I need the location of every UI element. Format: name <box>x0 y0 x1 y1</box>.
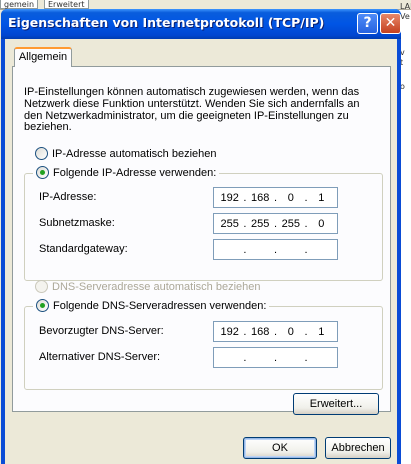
ip-address-label: IP-Adresse: <box>39 191 97 203</box>
cancel-button[interactable]: Abbrechen <box>325 437 391 459</box>
radio-ip-manual[interactable]: Folgende IP-Adresse verwenden: <box>33 166 220 179</box>
octet: 0 <box>287 191 294 204</box>
octet: 0 <box>287 325 294 338</box>
radio-ip-auto[interactable]: IP-Adresse automatisch beziehen <box>35 147 216 160</box>
octet: 192 <box>220 191 239 204</box>
ok-button[interactable]: OK <box>243 437 317 459</box>
radio-button <box>35 280 48 293</box>
advanced-button[interactable]: Erweitert... <box>293 393 379 415</box>
default-gateway-label: Standardgateway: <box>39 243 128 255</box>
close-button[interactable]: ✕ <box>380 13 401 34</box>
radio-button[interactable] <box>35 147 48 160</box>
radio-button[interactable] <box>36 166 49 179</box>
radio-ip-auto-label: IP-Adresse automatisch beziehen <box>52 147 217 160</box>
radio-dns-manual[interactable]: Folgende DNS-Serveradressen verwenden: <box>33 299 270 312</box>
background-text: t <box>400 58 404 67</box>
radio-ip-manual-label: Folgende IP-Adresse verwenden: <box>53 166 217 179</box>
tcpip-properties-dialog: Eigenschaften von Internetprotokoll (TCP… <box>1 9 401 464</box>
background-tab-general: gemein <box>0 0 39 9</box>
background-text: v <box>400 48 405 57</box>
subnet-mask-field[interactable]: 255. 255. 255. 0 <box>213 213 338 234</box>
octet: 192 <box>220 325 239 338</box>
dialog-title: Eigenschaften von Internetprotokoll (TCP… <box>8 15 325 30</box>
preferred-dns-field[interactable]: 192. 168. 0. 1 <box>213 321 338 342</box>
intro-text: IP-Einstellungen können automatisch zuge… <box>24 86 360 134</box>
octet: 0 <box>318 217 325 230</box>
radio-button[interactable] <box>36 299 49 312</box>
title-bar[interactable]: Eigenschaften von Internetprotokoll (TCP… <box>1 9 401 39</box>
octet: 255 <box>281 217 300 230</box>
subnet-mask-label: Subnetzmaske: <box>39 217 115 229</box>
radio-dns-auto-label: DNS-Serveradresse automatisch beziehen <box>52 280 261 293</box>
octet: 255 <box>220 217 239 230</box>
octet: 255 <box>251 217 270 230</box>
ip-address-field[interactable]: 192. 168. 0. 1 <box>213 187 338 208</box>
close-icon: ✕ <box>384 15 397 31</box>
background-text: o <box>400 82 405 91</box>
radio-dns-auto: DNS-Serveradresse automatisch beziehen <box>35 280 261 293</box>
preferred-dns-label: Bevorzugter DNS-Server: <box>39 325 164 337</box>
octet: 168 <box>251 325 270 338</box>
background-tab-advanced: Erweitert <box>44 0 89 9</box>
octet: 168 <box>251 191 270 204</box>
help-button[interactable]: ? <box>357 13 378 34</box>
alternate-dns-field[interactable]: . . . <box>213 347 338 368</box>
alternate-dns-label: Alternativer DNS-Server: <box>39 351 161 363</box>
octet: 1 <box>318 191 325 204</box>
tab-general[interactable]: Allgemein <box>14 47 72 67</box>
octet: 1 <box>318 325 325 338</box>
background-text: LAN-Ve <box>400 2 411 21</box>
radio-dns-manual-label: Folgende DNS-Serveradressen verwenden: <box>53 299 267 312</box>
default-gateway-field[interactable]: . . . <box>213 239 338 260</box>
dialog-body: Allgemein IP-Einstellungen können automa… <box>5 39 397 464</box>
